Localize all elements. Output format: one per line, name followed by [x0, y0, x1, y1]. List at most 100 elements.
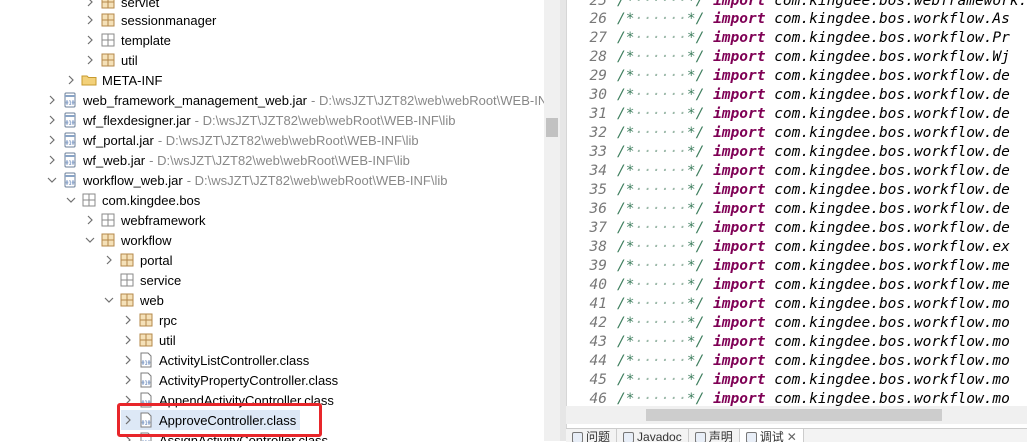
- tree-item[interactable]: workflow: [83, 230, 172, 250]
- editor-scrollbar-thumb[interactable]: [646, 409, 942, 421]
- tree-item-selected[interactable]: 010ApproveController.class: [121, 410, 300, 430]
- svg-text:010: 010: [65, 101, 74, 107]
- jar-icon: 010: [62, 112, 78, 128]
- chevron-down-icon[interactable]: [83, 232, 97, 248]
- tree-item[interactable]: 010ActivityListController.class: [121, 350, 309, 370]
- chevron-right-icon[interactable]: [45, 112, 59, 128]
- code-line[interactable]: 34/*······*/ import com.kingdee.bos.work…: [567, 161, 1027, 180]
- chevron-right-icon[interactable]: [83, 52, 97, 68]
- tree-item[interactable]: rpc: [121, 310, 177, 330]
- code-line[interactable]: 29/*······*/ import com.kingdee.bos.work…: [567, 66, 1027, 85]
- chevron-right-icon[interactable]: [121, 352, 135, 368]
- space: [765, 334, 774, 350]
- comment-start: /*: [617, 201, 634, 217]
- chevron-right-icon[interactable]: [83, 0, 97, 10]
- tree-item[interactable]: service: [102, 270, 181, 290]
- tree-item[interactable]: template: [83, 30, 171, 50]
- chevron-right-icon[interactable]: [64, 72, 78, 88]
- import-package: com.kingdee.bos.workflow.Pr: [774, 30, 1010, 46]
- code-line[interactable]: 44/*······*/ import com.kingdee.bos.work…: [567, 351, 1027, 370]
- class-icon: 010: [138, 352, 154, 368]
- tree-item[interactable]: 010AppendActivityController.class: [121, 390, 334, 410]
- chevron-right-icon[interactable]: [121, 392, 135, 408]
- code-editor[interactable]: 25/*······*/ import com.kingdee.bos.webf…: [566, 0, 1027, 441]
- code-line[interactable]: 30/*······*/ import com.kingdee.bos.work…: [567, 85, 1027, 104]
- tree-item-label: workflow: [121, 233, 172, 248]
- code-line[interactable]: 37/*······*/ import com.kingdee.bos.work…: [567, 218, 1027, 237]
- explorer-vertical-scrollbar[interactable]: [544, 0, 560, 441]
- import-package: com.kingdee.bos.workflow.mo: [774, 334, 1010, 350]
- chevron-right-icon[interactable]: [121, 432, 135, 441]
- view-tab[interactable]: Javadoc: [617, 429, 689, 442]
- code-line[interactable]: 31/*······*/ import com.kingdee.bos.work…: [567, 104, 1027, 123]
- code-line[interactable]: 41/*······*/ import com.kingdee.bos.work…: [567, 294, 1027, 313]
- code-line[interactable]: 26/*······*/ import com.kingdee.bos.work…: [567, 9, 1027, 28]
- chevron-down-icon[interactable]: [102, 292, 116, 308]
- code-line[interactable]: 36/*······*/ import com.kingdee.bos.work…: [567, 199, 1027, 218]
- view-tab[interactable]: 声明: [689, 429, 740, 442]
- import-package: com.kingdee.bos.workflow.mo: [774, 372, 1010, 388]
- tree-item[interactable]: 010wf_web.jar- D:\wsJZT\JZT82\web\webRoo…: [45, 150, 410, 170]
- code-line[interactable]: 27/*······*/ import com.kingdee.bos.work…: [567, 28, 1027, 47]
- code-line[interactable]: 32/*······*/ import com.kingdee.bos.work…: [567, 123, 1027, 142]
- tree-item[interactable]: 010web_framework_management_web.jar- D:\…: [45, 90, 560, 110]
- tree-item[interactable]: META-INF: [64, 70, 162, 90]
- chevron-right-icon[interactable]: [83, 12, 97, 28]
- chevron-right-icon[interactable]: [83, 212, 97, 228]
- space: [704, 11, 713, 27]
- import-keyword: import: [713, 0, 765, 9]
- tree-item[interactable]: com.kingdee.bos: [64, 190, 200, 210]
- space: [765, 277, 774, 293]
- code-line[interactable]: 43/*······*/ import com.kingdee.bos.work…: [567, 332, 1027, 351]
- tree-item[interactable]: 010wf_flexdesigner.jar- D:\wsJZT\JZT82\w…: [45, 110, 455, 130]
- code-line[interactable]: 45/*······*/ import com.kingdee.bos.work…: [567, 370, 1027, 389]
- comment-end: */: [687, 0, 704, 9]
- chevron-right-icon[interactable]: [121, 372, 135, 388]
- chevron-right-icon[interactable]: [45, 92, 59, 108]
- code-line[interactable]: 42/*······*/ import com.kingdee.bos.work…: [567, 313, 1027, 332]
- import-package: com.kingdee.bos.workflow.de: [774, 220, 1010, 236]
- close-icon[interactable]: ✕: [787, 430, 797, 442]
- tree-item[interactable]: web: [102, 290, 164, 310]
- tree-item[interactable]: util: [121, 330, 176, 350]
- import-package: com.kingdee.bos.workflow.mo: [774, 315, 1010, 331]
- package-icon: [100, 232, 116, 248]
- view-tab[interactable]: 问题: [566, 429, 617, 442]
- chevron-right-icon[interactable]: [121, 412, 135, 428]
- chevron-down-icon[interactable]: [64, 192, 78, 208]
- import-keyword: import: [713, 106, 765, 122]
- tree-item[interactable]: 010ActivityPropertyController.class: [121, 370, 338, 390]
- svg-text:010: 010: [141, 421, 150, 427]
- comment-end: */: [687, 372, 704, 388]
- explorer-scrollbar-thumb[interactable]: [546, 118, 558, 137]
- comment-end: */: [687, 296, 704, 312]
- chevron-right-icon[interactable]: [102, 252, 116, 268]
- chevron-right-icon[interactable]: [45, 132, 59, 148]
- chevron-right-icon[interactable]: [121, 312, 135, 328]
- chevron-right-icon[interactable]: [45, 152, 59, 168]
- tree-item[interactable]: webframework: [83, 210, 206, 230]
- code-line[interactable]: 35/*······*/ import com.kingdee.bos.work…: [567, 180, 1027, 199]
- code-line[interactable]: 33/*······*/ import com.kingdee.bos.work…: [567, 142, 1027, 161]
- chevron-down-icon[interactable]: [45, 172, 59, 188]
- import-package: com.kingdee.bos.workflow.me: [774, 258, 1010, 274]
- chevron-right-icon[interactable]: [121, 332, 135, 348]
- code-line[interactable]: 38/*······*/ import com.kingdee.bos.work…: [567, 237, 1027, 256]
- tree-item[interactable]: util: [83, 50, 138, 70]
- import-package: com.kingdee.bos.workflow.me: [774, 277, 1010, 293]
- tree-item[interactable]: sessionmanager: [83, 10, 216, 30]
- tree-item[interactable]: 010workflow_web.jar- D:\wsJZT\JZT82\web\…: [45, 170, 447, 190]
- import-package: com.kingdee.bos.workflow.de: [774, 201, 1010, 217]
- tree-item[interactable]: portal: [102, 250, 173, 270]
- svg-text:010: 010: [65, 141, 74, 147]
- import-keyword: import: [713, 11, 765, 27]
- chevron-right-icon[interactable]: [83, 32, 97, 48]
- code-line[interactable]: 40/*······*/ import com.kingdee.bos.work…: [567, 275, 1027, 294]
- code-line[interactable]: 28/*······*/ import com.kingdee.bos.work…: [567, 47, 1027, 66]
- code-line[interactable]: 39/*······*/ import com.kingdee.bos.work…: [567, 256, 1027, 275]
- jar-icon: 010: [62, 152, 78, 168]
- tree-item[interactable]: 010wf_portal.jar- D:\wsJZT\JZT82\web\web…: [45, 130, 419, 150]
- view-tab[interactable]: 调试✕: [740, 429, 804, 442]
- tree-item[interactable]: 010AssignActivityController.class: [121, 430, 328, 441]
- comment-dots: ······: [634, 372, 686, 388]
